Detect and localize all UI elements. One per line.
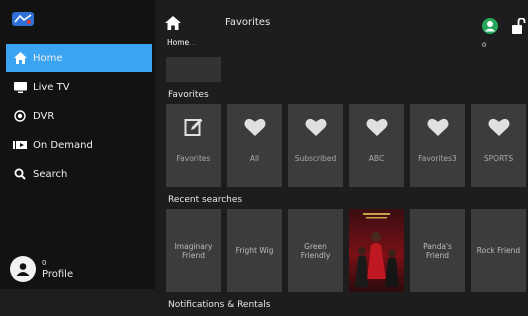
- recent-search-tile[interactable]: Green Friendly: [288, 209, 343, 292]
- avatar-icon: [10, 256, 36, 282]
- poster-image: [349, 209, 404, 292]
- section-title-recent-searches: Recent searches: [168, 195, 243, 205]
- user-icon[interactable]: [482, 18, 498, 34]
- heart-icon: [304, 116, 327, 138]
- sidebar: Home Live TV DVR On Demand Search 0 Prof…: [0, 0, 155, 316]
- home-icon[interactable]: [165, 16, 181, 30]
- record-icon: [13, 109, 27, 123]
- edit-icon: [183, 116, 205, 138]
- recent-search-tile[interactable]: Fright Wig: [227, 209, 282, 292]
- sidebar-item-label: Home: [33, 52, 63, 64]
- sidebar-item-label: Search: [33, 168, 68, 180]
- favorite-tile-favorites3[interactable]: Favorites3: [410, 104, 465, 187]
- breadcrumb: Home...: [167, 38, 197, 47]
- heart-icon: [243, 116, 266, 138]
- sidebar-item-live-tv[interactable]: Live TV: [6, 73, 152, 101]
- heart-icon: [426, 116, 449, 138]
- section-title-notifications: Notifications & Rentals: [168, 300, 271, 310]
- recent-search-tile[interactable]: Imaginary Friend: [166, 209, 221, 292]
- sidebar-item-home[interactable]: Home: [6, 44, 152, 72]
- tile-label: Favorites3: [418, 154, 457, 163]
- brand-logo: [12, 12, 34, 26]
- recent-search-tile[interactable]: Rock Friend: [471, 209, 526, 292]
- home-icon: [13, 51, 27, 65]
- sidebar-footer: [0, 289, 155, 316]
- unlock-icon[interactable]: [512, 18, 526, 34]
- sidebar-item-search[interactable]: Search: [6, 160, 152, 188]
- tv-icon: [13, 80, 27, 94]
- recent-search-tile[interactable]: Panda's Friend: [410, 209, 465, 292]
- placeholder-tile: [166, 57, 221, 82]
- tile-label: All: [249, 154, 260, 163]
- sidebar-item-on-demand[interactable]: On Demand: [6, 131, 152, 159]
- tile-label: Green Friendly: [300, 241, 331, 260]
- sidebar-item-label: On Demand: [33, 139, 93, 151]
- favorite-tile-subscribed[interactable]: Subscribed: [288, 104, 343, 187]
- heart-icon: [487, 116, 510, 138]
- profile-button[interactable]: 0 Profile: [10, 256, 73, 282]
- section-title-favorites: Favorites: [168, 90, 209, 100]
- recent-search-poster[interactable]: [349, 209, 404, 292]
- profile-count: 0: [42, 259, 47, 267]
- on-demand-icon: [13, 138, 27, 152]
- tile-label: Favorites: [176, 154, 211, 163]
- tile-label: Subscribed: [294, 154, 337, 163]
- tile-label: Rock Friend: [476, 246, 521, 255]
- tile-label: Fright Wig: [235, 246, 274, 255]
- heart-icon: [365, 116, 388, 138]
- favorite-tile-abc[interactable]: ABC: [349, 104, 404, 187]
- sidebar-item-label: DVR: [33, 110, 55, 122]
- tile-label: Panda's Friend: [423, 241, 452, 260]
- user-count: 0: [482, 41, 487, 49]
- favorite-tile-favorites[interactable]: Favorites: [166, 104, 221, 187]
- tile-label: ABC: [368, 154, 385, 163]
- tile-label: Imaginary Friend: [174, 241, 213, 260]
- sidebar-item-dvr[interactable]: DVR: [6, 102, 152, 130]
- page-title: Favorites: [225, 17, 271, 28]
- main-content: Favorites Home... 0 Favorites Favorites …: [155, 0, 528, 316]
- favorite-tile-all[interactable]: All: [227, 104, 282, 187]
- profile-label: Profile: [42, 269, 74, 280]
- sidebar-item-label: Live TV: [33, 81, 70, 93]
- search-icon: [13, 167, 27, 181]
- favorite-tile-sports[interactable]: SPORTS: [471, 104, 526, 187]
- tile-label: SPORTS: [483, 154, 514, 163]
